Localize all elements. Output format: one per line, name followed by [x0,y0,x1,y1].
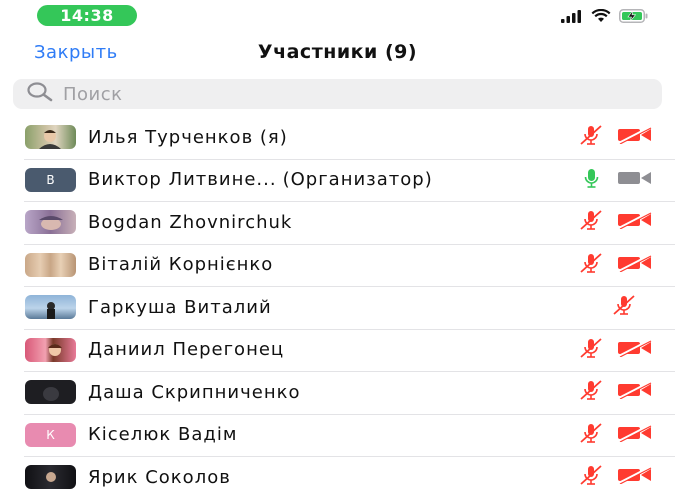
avatar [25,210,76,235]
mic-muted-icon[interactable] [578,124,604,150]
avatar [25,465,76,490]
participant-row[interactable]: Віталій Корнієнко [0,243,675,287]
nav-bar: Закрыть Участники (9) [0,36,675,72]
participants-list: Илья Турченков (я) В Виктор Литвине... (О… [0,116,675,499]
participant-row[interactable]: Гаркуша Виталий [0,286,675,329]
wifi-icon [591,8,611,27]
mic-muted-icon[interactable] [578,379,604,405]
participant-name: Bogdan Zhovnirchuk [88,211,293,233]
video-off-icon[interactable] [617,466,653,488]
mic-muted-icon[interactable] [578,209,604,235]
battery-charging-icon [619,8,649,27]
participant-name: Даниил Перегонец [88,339,285,361]
participant-name: Илья Турченков (я) [88,126,288,148]
avatar [25,380,76,405]
video-off-icon[interactable] [617,338,653,361]
video-off-icon[interactable] [617,253,653,276]
video-off-icon[interactable] [617,211,653,233]
page-title: Участники (9) [257,41,418,63]
avatar: К [25,422,76,447]
avatar [25,125,76,150]
video-off-icon[interactable] [617,381,653,403]
status-bar: 14:38 [0,0,675,34]
mic-muted-icon[interactable] [578,422,604,448]
participant-row[interactable]: К Кіселюк Вадім [0,413,675,457]
avatar: В [25,167,76,192]
search-bar[interactable] [13,79,662,109]
status-time[interactable]: 14:38 [37,5,137,26]
video-on-icon[interactable] [617,169,653,191]
video-off-icon[interactable] [617,423,653,446]
participant-name-text: Виктор Литвине... [88,169,277,191]
mic-muted-icon[interactable] [611,294,637,320]
mic-muted-icon[interactable] [578,252,604,278]
avatar-initial: В [46,172,55,187]
participant-name: Даша Скрипниченко [88,381,301,403]
avatar [25,295,76,320]
participant-row[interactable]: Bogdan Zhovnirchuk [0,201,675,244]
mic-muted-icon[interactable] [578,337,604,363]
participant-name: Гаркуша Виталий [88,296,272,318]
avatar [25,337,76,362]
participant-row[interactable]: Ярик Соколов [0,456,675,499]
avatar [25,252,76,277]
participant-name: Ярик Соколов [88,466,231,488]
participant-row[interactable]: Даниил Перегонец [0,328,675,372]
status-icons [561,8,649,27]
search-input[interactable] [61,82,625,106]
participant-row[interactable]: Даша Скрипниченко [0,371,675,414]
participant-name: Віталій Корнієнко [88,254,274,276]
search-icon [13,82,53,106]
mic-active-icon[interactable] [581,167,603,193]
participant-row[interactable]: В Виктор Литвине... (Организатор) [0,158,675,202]
mic-muted-icon[interactable] [578,464,604,490]
participant-name: Виктор Литвине... (Организатор) [88,169,433,190]
participant-name: Кіселюк Вадім [88,424,238,446]
participant-row[interactable]: Илья Турченков (я) [0,116,675,159]
participant-role: (Организатор) [282,169,433,191]
avatar-initial: К [46,427,55,442]
video-off-icon[interactable] [617,126,653,148]
cellular-signal-icon [561,8,583,27]
